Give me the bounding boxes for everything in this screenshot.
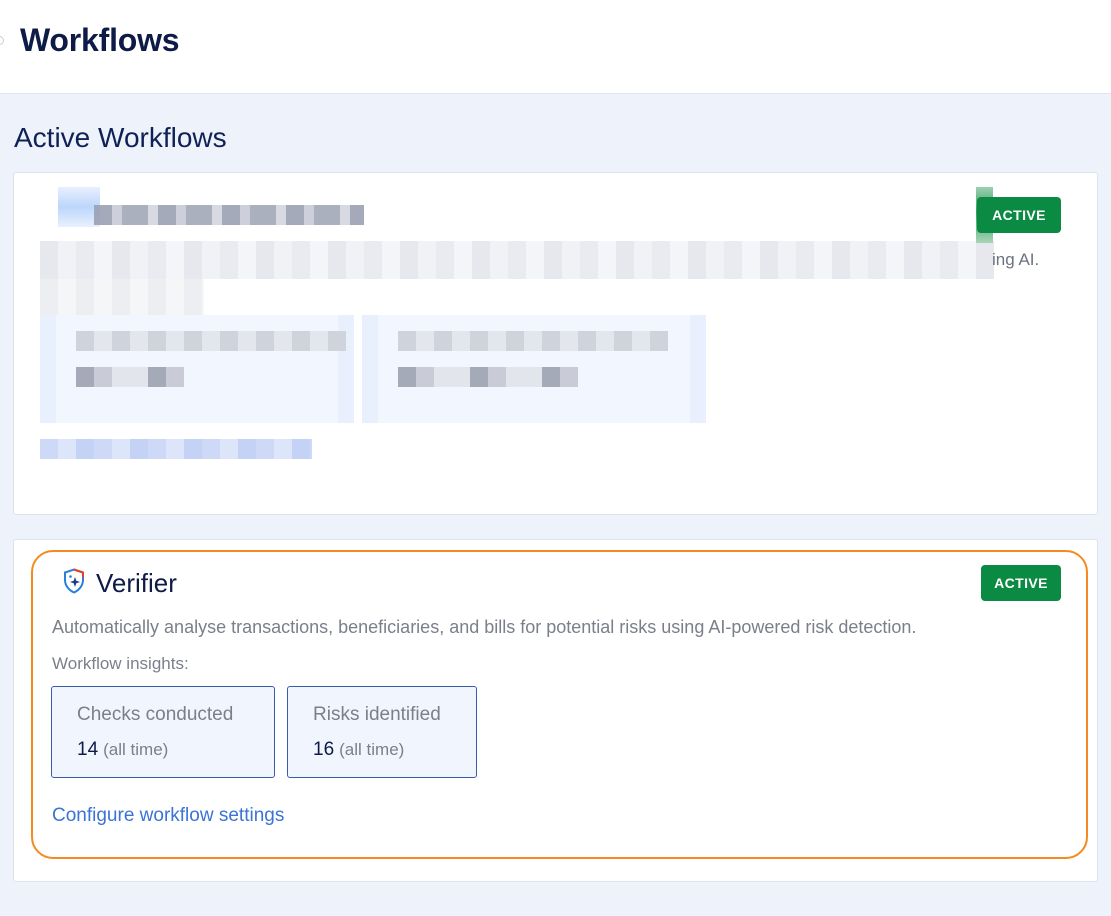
redacted-description — [40, 241, 994, 279]
stat-risks-identified: Risks identified 16 (all time) — [287, 686, 477, 778]
stat-label: Checks conducted — [77, 704, 234, 725]
workflow-card-redacted: ing AI. ACTIVE — [13, 172, 1098, 515]
stat-label: Risks identified — [313, 704, 441, 725]
stat-checks-conducted: Checks conducted 14 (all time) — [51, 686, 275, 778]
workflow-card-verifier: Verifier ACTIVE Automatically analyse tr… — [13, 539, 1098, 882]
description-tail: ing AI. — [992, 250, 1040, 269]
insights-label: Workflow insights: — [52, 654, 189, 673]
stat-value-row: 16 (all time) — [313, 739, 404, 761]
workflow-title: Verifier — [96, 568, 177, 598]
configure-workflow-link[interactable]: Configure workflow settings — [52, 805, 284, 827]
stat-value-row: 14 (all time) — [77, 739, 168, 761]
section-title: Active Workflows — [14, 122, 227, 153]
redacted-stat-box — [362, 315, 706, 423]
stat-suffix: (all time) — [103, 740, 169, 759]
stat-value: 14 — [77, 739, 99, 760]
redacted-workflow-title — [94, 205, 364, 225]
workflow-description: Automatically analyse transactions, bene… — [52, 617, 917, 637]
status-badge: ACTIVE — [977, 197, 1061, 233]
redacted-stat-box — [40, 315, 354, 423]
page-title: Workflows — [20, 22, 180, 58]
redacted-configure-link[interactable] — [40, 439, 312, 459]
shield-sparkle-icon — [64, 568, 84, 594]
stat-suffix: (all time) — [339, 740, 405, 759]
collapse-handle-icon[interactable] — [0, 36, 4, 45]
status-badge: ACTIVE — [981, 565, 1061, 601]
redacted-description-line-2 — [40, 279, 204, 315]
stat-value: 16 — [313, 739, 335, 760]
top-bar: Workflows — [0, 0, 1111, 94]
